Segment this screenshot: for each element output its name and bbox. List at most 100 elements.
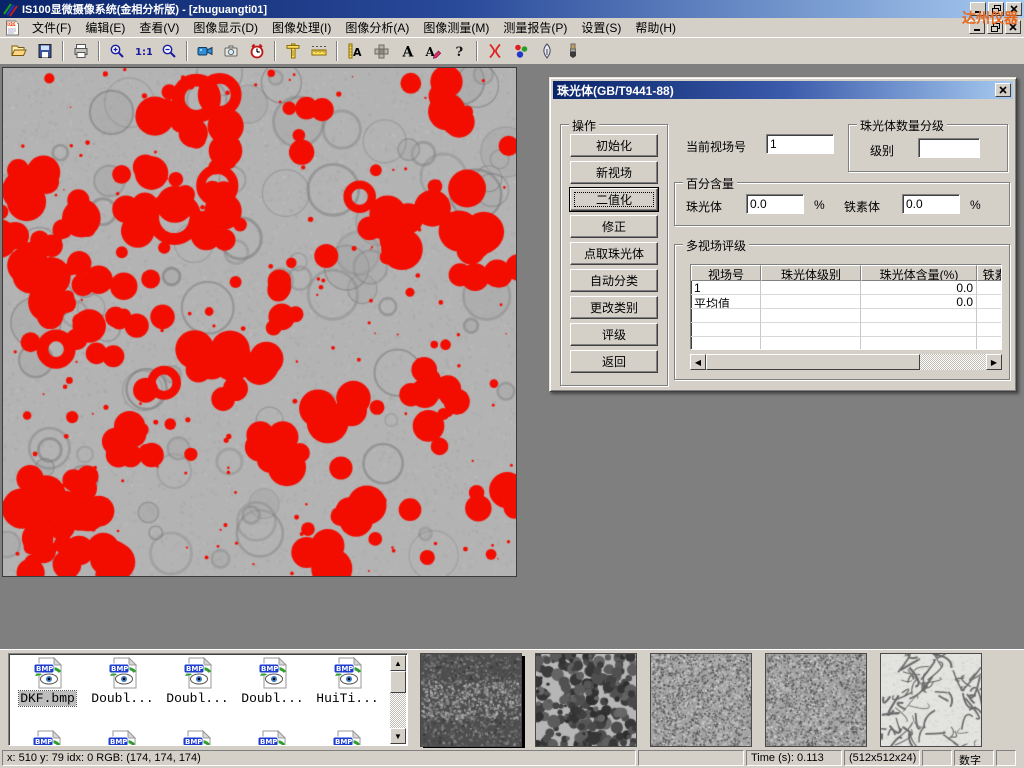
auto-classify-button[interactable]: 自动分类 [570, 269, 658, 292]
thumbnail-5[interactable] [880, 653, 982, 747]
new-field-button[interactable]: 新视场 [570, 161, 658, 184]
table-row-empty [691, 323, 1001, 337]
scroll-down-icon[interactable]: ▼ [390, 728, 406, 744]
annotate-pencil-icon[interactable]: A [420, 39, 446, 63]
print-icon[interactable] [68, 39, 94, 63]
menu-edit[interactable]: 编辑(E) [78, 18, 132, 37]
file-item[interactable]: Doubl... [161, 657, 234, 707]
time-status: Time (s): 0.113 [746, 750, 842, 766]
dialog-title: 珠光体(GB/T9441-88) [557, 82, 674, 99]
caliper-text-icon[interactable]: A [342, 39, 368, 63]
zoom-out-icon[interactable] [156, 39, 182, 63]
child-minimize-button[interactable] [969, 20, 985, 34]
return-button[interactable]: 返回 [570, 350, 658, 373]
pearlite-dialog: 珠光体(GB/T9441-88) 操作 初始化 新视场 二值化 修正 点取珠光体… [549, 77, 1017, 392]
scroll-up-icon[interactable]: ▲ [390, 655, 406, 671]
file-icon-partial[interactable] [331, 730, 363, 746]
col-pearlite-content[interactable]: 珠光体含量(%) [861, 265, 977, 281]
paint-brush-icon[interactable] [560, 39, 586, 63]
table-hscrollbar[interactable]: ◀ ▶ [690, 354, 1002, 370]
open-icon[interactable] [6, 39, 32, 63]
col-ferrite-content[interactable]: 铁素体含量(%) [977, 265, 1002, 281]
menu-view[interactable]: 查看(V) [132, 18, 186, 37]
close-button[interactable] [1006, 2, 1022, 16]
menu-file[interactable]: 文件(F) [25, 18, 78, 37]
menu-help[interactable]: 帮助(H) [628, 18, 683, 37]
menu-image-display[interactable]: 图像显示(D) [186, 18, 265, 37]
merge-grid-icon[interactable] [368, 39, 394, 63]
correct-button[interactable]: 修正 [570, 215, 658, 238]
percent-group-label: 百分含量 [683, 175, 737, 192]
grade-button[interactable]: 评级 [570, 323, 658, 346]
thumbnail-2[interactable] [535, 653, 637, 747]
file-icon-partial[interactable] [256, 730, 288, 746]
scroll-thumb[interactable] [706, 354, 920, 370]
file-name[interactable]: Doubl... [165, 691, 229, 706]
child-restore-button[interactable] [987, 20, 1003, 34]
toolbar-separator [274, 41, 276, 61]
grade-input[interactable] [918, 138, 980, 158]
menu-image-analysis[interactable]: 图像分析(A) [338, 18, 416, 37]
file-item[interactable]: Doubl... [86, 657, 159, 707]
ruler-icon[interactable] [306, 39, 332, 63]
actual-size-icon[interactable]: 1:1 [130, 39, 156, 63]
scroll-thumb[interactable] [390, 671, 406, 693]
ferrite-label: 铁素体 [844, 198, 880, 215]
current-field-input[interactable] [766, 134, 834, 154]
col-field-no[interactable]: 视场号 [691, 265, 761, 281]
change-class-button[interactable]: 更改类别 [570, 296, 658, 319]
multi-field-table[interactable]: 视场号 珠光体级别 珠光体含量(%) 铁素体含量(%) 1 0.0 平均值 0.… [690, 264, 1002, 350]
thumbnail-1[interactable] [420, 653, 522, 747]
menu-settings[interactable]: 设置(S) [574, 18, 628, 37]
table-row[interactable]: 平均值 0.0 [691, 295, 1001, 309]
curve-erase-icon[interactable] [482, 39, 508, 63]
pearlite-percent-sign: % [814, 198, 825, 212]
dialog-title-bar[interactable]: 珠光体(GB/T9441-88) [553, 81, 1013, 99]
file-name[interactable]: Doubl... [90, 691, 154, 706]
thumbnail-4[interactable] [765, 653, 867, 747]
thumbnail-3[interactable] [650, 653, 752, 747]
ferrite-percent-input[interactable] [902, 194, 960, 214]
init-button[interactable]: 初始化 [570, 134, 658, 157]
scroll-left-icon[interactable]: ◀ [690, 354, 706, 370]
point-pen-icon[interactable] [534, 39, 560, 63]
restore-button[interactable] [988, 2, 1004, 16]
file-icon-partial[interactable] [106, 730, 138, 746]
menu-report[interactable]: 测量报告(P) [496, 18, 574, 37]
file-name[interactable]: DKF.bmp [19, 691, 76, 706]
col-pearlite-grade[interactable]: 珠光体级别 [761, 265, 861, 281]
menu-image-measure[interactable]: 图像测量(M) [416, 18, 496, 37]
table-row[interactable]: 1 0.0 [691, 281, 1001, 295]
file-icon-partial[interactable] [181, 730, 213, 746]
caliper-icon[interactable] [280, 39, 306, 63]
timer-clock-icon[interactable] [244, 39, 270, 63]
zoom-in-icon[interactable] [104, 39, 130, 63]
child-close-button[interactable] [1005, 20, 1021, 34]
cursor-position-status: x: 510 y: 79 idx: 0 RGB: (174, 174, 174) [2, 750, 636, 766]
save-icon[interactable] [32, 39, 58, 63]
file-list[interactable]: DKF.bmp Doubl... Doubl... Doubl... HuiTi… [8, 653, 408, 746]
file-item[interactable]: HuiTi... [311, 657, 384, 707]
file-icon-partial[interactable] [31, 730, 63, 746]
file-name[interactable]: HuiTi... [315, 691, 379, 706]
menu-image-process[interactable]: 图像处理(I) [265, 18, 338, 37]
pick-pearlite-button[interactable]: 点取珠光体 [570, 242, 658, 265]
dialog-close-icon[interactable] [995, 83, 1011, 97]
classify-balls-icon[interactable] [508, 39, 534, 63]
table-row-empty [691, 309, 1001, 323]
count-grade-group-label: 珠光体数量分级 [857, 117, 947, 134]
binarize-button[interactable]: 二值化 [570, 188, 658, 211]
file-list-vscrollbar[interactable]: ▲ ▼ [390, 655, 406, 744]
micrograph[interactable] [3, 68, 516, 576]
minimize-button[interactable] [970, 2, 986, 16]
file-name[interactable]: Doubl... [240, 691, 304, 706]
bmp-file-icon [107, 657, 139, 689]
file-item[interactable]: Doubl... [236, 657, 309, 707]
help-icon[interactable]: ? [446, 39, 472, 63]
text-label-icon[interactable]: A [394, 39, 420, 63]
scroll-right-icon[interactable]: ▶ [986, 354, 1002, 370]
video-camera-icon[interactable] [192, 39, 218, 63]
pearlite-percent-input[interactable] [746, 194, 804, 214]
capture-camera-icon[interactable] [218, 39, 244, 63]
file-item[interactable]: DKF.bmp [11, 657, 84, 707]
